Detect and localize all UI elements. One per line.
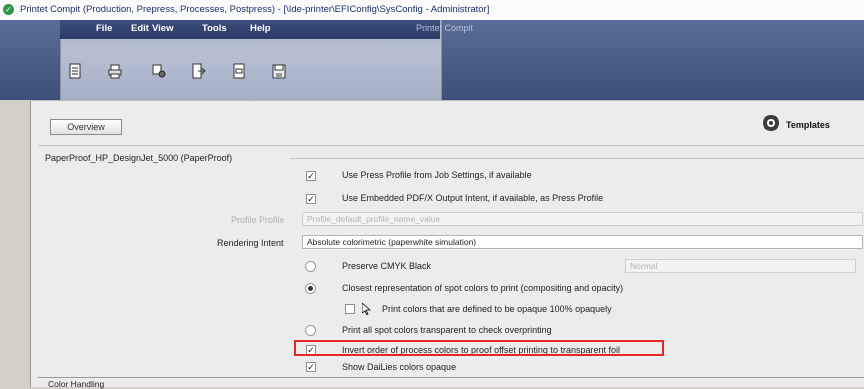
- content-top-divider: [30, 100, 864, 101]
- show-dailies-checkbox[interactable]: ✓: [306, 362, 316, 372]
- footer-divider: [38, 377, 864, 378]
- window-titlebar: ✓ Printet Compit (Production, Prepress, …: [0, 0, 864, 21]
- document-icon[interactable]: [68, 63, 82, 79]
- header-divider: [38, 145, 864, 146]
- highlight-box: [294, 340, 664, 356]
- mouse-cursor-icon: [362, 303, 371, 315]
- print-all-transparent-radio[interactable]: [305, 325, 316, 336]
- section-divider: [290, 158, 864, 159]
- templates-icon[interactable]: [760, 112, 782, 134]
- profile-label: Profile Profile: [231, 215, 285, 225]
- print-opaque-checkbox[interactable]: [345, 304, 355, 314]
- profile-field: Profile_default_profile_name_value: [302, 212, 863, 226]
- closest-representation-label: Closest representation of spot colors to…: [342, 283, 624, 293]
- rendering-intent-label: Rendering Intent: [217, 238, 284, 248]
- preserve-cmyk-black-option: Normal: [625, 259, 856, 273]
- page-icon[interactable]: [232, 63, 246, 79]
- use-press-profile-checkbox[interactable]: ✓: [306, 171, 316, 181]
- print-all-transparent-label: Print all spot colors transparent to che…: [342, 325, 552, 335]
- footer-section-title: Color Handling: [48, 379, 105, 389]
- menu-right-label: Printet Compit: [416, 23, 474, 33]
- templates-label[interactable]: Templates: [786, 120, 830, 130]
- printer-icon[interactable]: [108, 63, 122, 79]
- use-press-profile-label: Use Press Profile from Job Settings, if …: [342, 170, 532, 180]
- overview-button[interactable]: Overview: [50, 119, 122, 135]
- export-icon[interactable]: [192, 63, 206, 79]
- menu-tools[interactable]: Tools: [202, 23, 227, 34]
- closest-representation-radio[interactable]: [305, 283, 316, 294]
- window-title: Printet Compit (Production, Prepress, Pr…: [20, 4, 490, 15]
- menu-help[interactable]: Help: [250, 23, 271, 34]
- menu-bar: File Edit View Tools Help Printet Compit: [60, 20, 473, 39]
- menu-view[interactable]: View: [152, 23, 173, 34]
- save-icon[interactable]: [272, 63, 286, 79]
- show-dailies-label: Show DaiLies colors opaque: [342, 362, 457, 372]
- menu-file[interactable]: File: [96, 23, 112, 34]
- preserve-cmyk-black-radio[interactable]: [305, 261, 316, 272]
- print-opaque-label: Print colors that are defined to be opaq…: [382, 304, 612, 314]
- rendering-intent-select[interactable]: Absolute colorimetric (paperwhite simula…: [302, 235, 863, 249]
- section-title: PaperProof_HP_DesignJet_5000 (PaperProof…: [45, 153, 233, 163]
- preserve-cmyk-black-label: Preserve CMYK Black: [342, 261, 432, 271]
- menu-edit[interactable]: Edit: [131, 23, 149, 34]
- app-logo-icon: ✓: [3, 4, 14, 15]
- settings-icon[interactable]: [152, 63, 166, 79]
- use-embedded-pdfx-checkbox[interactable]: ✓: [306, 194, 316, 204]
- use-embedded-pdfx-label: Use Embedded PDF/X Output Intent, if ava…: [342, 193, 604, 203]
